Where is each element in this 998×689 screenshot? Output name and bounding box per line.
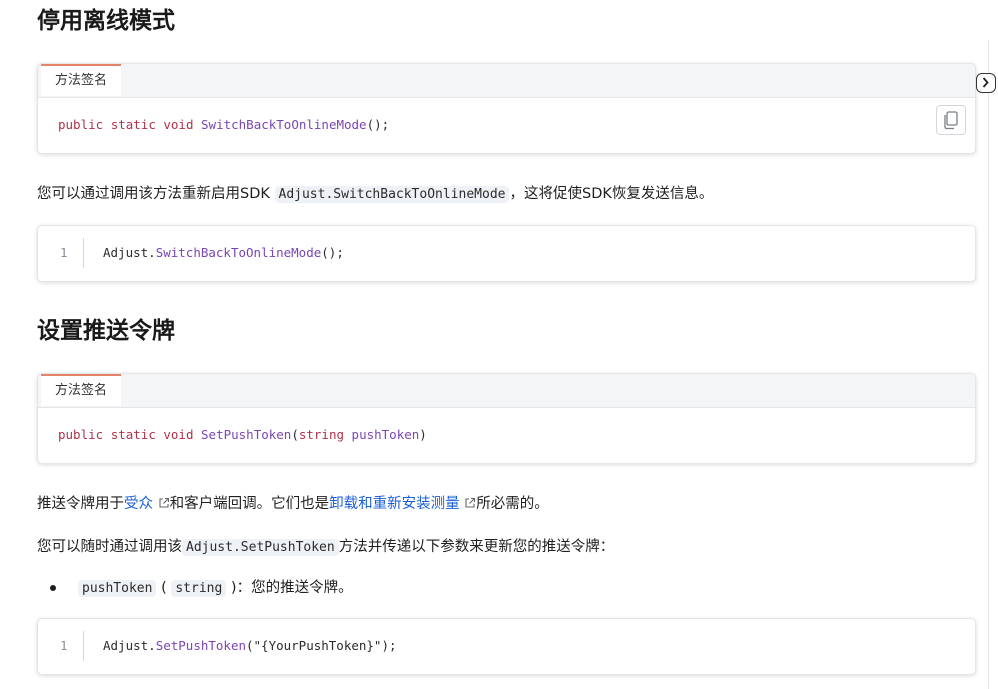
signature-code-area: public static void SetPushToken(string p… xyxy=(38,408,975,463)
signature-code-area: public static void SwitchBackToOnlineMod… xyxy=(38,98,975,153)
external-link-icon xyxy=(159,497,169,508)
line-number: 1 xyxy=(60,638,68,653)
inline-code: Adjust.SetPushToken xyxy=(182,539,339,556)
audiences-link[interactable]: 受众 xyxy=(124,496,153,512)
param-paren-open: ( xyxy=(161,580,167,596)
gutter-divider xyxy=(83,238,84,268)
param-name: pushToken xyxy=(351,427,420,442)
chevron-right-icon xyxy=(982,77,989,88)
signature-code: public static void SwitchBackToOnlineMod… xyxy=(58,117,389,132)
method-args: (); xyxy=(366,117,390,132)
param-description: ：您的推送令牌。 xyxy=(236,580,353,596)
code-line: Adjust.SetPushToken("{YourPushToken}"); xyxy=(103,638,397,653)
inline-code: Adjust.SwitchBackToOnlineMode xyxy=(274,186,510,203)
code-line: Adjust.SwitchBackToOnlineMode(); xyxy=(103,245,344,260)
code-args: ("{YourPushToken}"); xyxy=(246,638,397,653)
keyword-static: static xyxy=(110,117,156,132)
description-text: 您可以通过调用该方法重新启用SDK xyxy=(37,186,270,202)
keyword-void: void xyxy=(163,117,194,132)
code-example-block: 1 Adjust.SetPushToken("{YourPushToken}")… xyxy=(37,618,976,675)
keyword-static: static xyxy=(110,427,156,442)
tab-method-signature[interactable]: 方法签名 xyxy=(41,64,122,96)
push-token-usage-text: 推送令牌用于受众 和客户端回调。它们也是卸载和重新安装测量 所必需的。 xyxy=(37,493,549,515)
code-method: SetPushToken xyxy=(155,638,246,653)
copy-icon xyxy=(944,111,958,130)
code-example-block: 1 Adjust.SwitchBackToOnlineMode(); xyxy=(37,225,976,282)
external-link-icon xyxy=(465,497,476,508)
section-heading-offline-mode: 停用离线模式 xyxy=(37,8,175,34)
paren-close: ) xyxy=(419,427,427,442)
description-text-end: ，这将促使SDK恢复发送信息。 xyxy=(509,186,714,202)
code-object: Adjust. xyxy=(103,245,156,260)
signature-code: public static void SetPushToken(string p… xyxy=(58,427,427,442)
signature-tab-bar: 方法签名 xyxy=(38,374,975,408)
line-number: 1 xyxy=(60,245,68,260)
param-list-item: pushToken ( string )：您的推送令牌。 xyxy=(78,577,353,600)
param-name-code: pushToken xyxy=(78,580,157,597)
section-heading-push-token: 设置推送令牌 xyxy=(37,318,175,344)
method-name: SetPushToken xyxy=(201,427,292,442)
gutter-divider xyxy=(83,631,84,661)
param-type-code: string xyxy=(171,580,227,597)
code-method: SwitchBackToOnlineMode xyxy=(155,245,322,260)
copy-button[interactable] xyxy=(936,105,966,135)
usage-text-middle: 和客户端回调。它们也是 xyxy=(169,496,330,512)
usage-text: 推送令牌用于 xyxy=(37,496,124,512)
signature-tab-bar: 方法签名 xyxy=(38,64,975,98)
keyword-public: public xyxy=(58,427,104,442)
usage-text-end: 所必需的。 xyxy=(476,496,549,512)
sidebar-edge xyxy=(988,40,989,689)
sidebar-toggle-button[interactable] xyxy=(976,73,996,93)
push-token-update-text: 您可以随时通过调用该 Adjust.SetPushToken 方法并传递以下参数来更… xyxy=(37,536,614,559)
code-args: (); xyxy=(321,245,344,260)
method-signature-panel: 方法签名 public static void SwitchBackToOnli… xyxy=(37,63,976,154)
update-text-end: 方法并传递以下参数来更新您的推送令牌： xyxy=(338,539,615,555)
code-object: Adjust. xyxy=(103,638,156,653)
tab-method-signature[interactable]: 方法签名 xyxy=(41,374,122,406)
method-name: SwitchBackToOnlineMode xyxy=(201,117,367,132)
paren-open: ( xyxy=(291,427,299,442)
method-signature-panel: 方法签名 public static void SetPushToken(str… xyxy=(37,373,976,464)
offline-mode-description: 您可以通过调用该方法重新启用SDK Adjust.SwitchBackToOnl… xyxy=(37,183,713,206)
keyword-public: public xyxy=(58,117,104,132)
list-bullet xyxy=(50,585,56,591)
update-text: 您可以随时通过调用该 xyxy=(37,539,182,555)
keyword-void: void xyxy=(163,427,194,442)
uninstall-reinstall-link[interactable]: 卸载和重新安装测量 xyxy=(329,496,460,512)
param-type: string xyxy=(298,427,345,442)
